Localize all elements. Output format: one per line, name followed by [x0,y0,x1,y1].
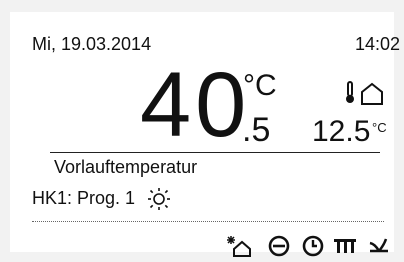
flow-temperature-label: Vorlauftemperatur [54,157,198,177]
display-screen: Mi, 19.03.2014 14:02 40 °C .5 12.5 °C Vo… [10,12,400,257]
flow-temperature-unit: °C [243,69,277,102]
date-display: Mi, 19.03.2014 [32,34,152,54]
thermometer-house-icon [346,81,383,105]
outdoor-temperature-unit: °C [372,120,387,135]
sun-icon [148,188,170,210]
heating-circuit-program[interactable]: HK1: Prog. 1 [32,188,135,209]
flow-temperature-value: 40 [140,54,251,156]
divider-line [50,152,380,153]
outdoor-temperature-value: 12.5 [312,115,371,148]
clock-icon[interactable] [300,235,326,257]
dotted-separator [32,221,384,222]
holiday-snow-house-icon[interactable] [226,235,252,257]
fan-icon[interactable] [366,235,392,257]
flow-temperature-decimal: .5 [242,111,271,149]
radiator-icon[interactable] [332,235,358,257]
heating-mode-icon[interactable] [266,235,292,257]
time-display: 14:02 [355,34,401,54]
